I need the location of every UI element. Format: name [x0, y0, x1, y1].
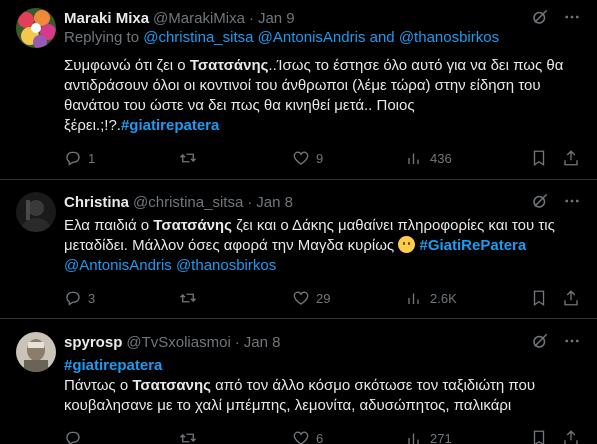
reply-button[interactable]: 3 — [64, 289, 95, 307]
text-span: Πάντως ο — [64, 377, 133, 394]
display-name[interactable]: Maraki Mixa — [64, 10, 149, 27]
reply-button[interactable] — [64, 429, 88, 444]
text-span: μεταδίδει. Μάλλον όσες αφορά την Μαγδα κ… — [64, 237, 399, 254]
like-icon — [292, 289, 310, 307]
avatar[interactable] — [16, 8, 56, 48]
reply-icon — [64, 289, 82, 307]
like-count: 29 — [316, 290, 331, 306]
text-span: ..Ίσως το έστησε όλο αυτό για να δει πως… — [268, 57, 564, 74]
share-icon[interactable] — [562, 149, 580, 171]
bookmark-icon[interactable] — [530, 429, 548, 444]
text-bold: Τσατσάνης — [153, 217, 232, 234]
tweet-header: spyrosp @TvSxoliasmoi · Jan 8 — [64, 332, 581, 352]
retweet-button[interactable] — [178, 289, 204, 307]
views-icon — [406, 149, 424, 167]
share-icon[interactable] — [562, 289, 580, 311]
bookmark-icon[interactable] — [530, 149, 548, 171]
views-button[interactable]: 271 — [406, 429, 452, 444]
tweet[interactable]: spyrosp @TvSxoliasmoi · Jan 8 #giatirepa… — [0, 320, 597, 444]
view-count: 271 — [430, 430, 452, 444]
views-button[interactable]: 436 — [406, 149, 452, 167]
reply-icon — [64, 429, 82, 444]
mention-link[interactable]: @thanosbirkos — [399, 29, 499, 46]
timeline-feed: Maraki Mixa @MarakiMixa · Jan 9 Replying… — [0, 0, 597, 444]
handle[interactable]: @christina_sitsa — [133, 194, 243, 211]
replying-label: Replying to — [64, 29, 144, 46]
mention-link[interactable]: @AntonisAndris — [258, 29, 366, 46]
hashtag-link[interactable]: #giatirepatera — [64, 356, 581, 376]
like-icon — [292, 429, 310, 444]
mention-link[interactable]: @thanosbirkos — [176, 257, 276, 274]
text-line: θανάτου του ώστε να δει πως θα κινηθεί μ… — [64, 97, 415, 114]
handle[interactable]: @TvSxoliasmoi — [126, 334, 230, 351]
reply-button[interactable]: 1 — [64, 149, 95, 167]
views-icon — [406, 429, 424, 444]
more-icon[interactable] — [563, 332, 581, 350]
view-count: 436 — [430, 150, 452, 166]
views-button[interactable]: 2.6K — [406, 289, 457, 307]
timestamp[interactable]: Jan 8 — [244, 334, 281, 351]
display-name[interactable]: spyrosp — [64, 334, 122, 351]
text-span: από τον άλλο κόσμο σκότωσε τον ταξιδιώτη… — [210, 377, 536, 394]
like-count: 9 — [316, 150, 324, 166]
retweet-icon — [178, 429, 198, 444]
text-span: Συμφωνώ ότι ζει ο — [64, 57, 190, 74]
replying-and[interactable]: and — [365, 29, 398, 46]
like-count: 6 — [316, 430, 324, 444]
like-button[interactable]: 9 — [292, 149, 323, 167]
hugging-emoji — [398, 236, 416, 253]
reply-count: 3 — [88, 290, 96, 306]
like-button[interactable]: 29 — [292, 289, 330, 307]
action-bar: 3 29 2.6K — [64, 288, 581, 308]
share-icon[interactable] — [562, 429, 580, 444]
view-count: 2.6K — [430, 290, 457, 306]
separator: · — [248, 9, 254, 27]
avatar[interactable] — [16, 192, 56, 232]
tweet[interactable]: Christina @christina_sitsa · Jan 8 Ελα π… — [0, 180, 597, 319]
separator: · — [247, 193, 253, 211]
more-icon[interactable] — [563, 8, 581, 26]
action-bar: 1 9 436 — [64, 148, 581, 168]
reply-icon — [64, 149, 82, 167]
separator: · — [234, 333, 240, 351]
more-icon[interactable] — [563, 192, 581, 210]
tweet[interactable]: Maraki Mixa @MarakiMixa · Jan 9 Replying… — [0, 0, 597, 180]
retweet-icon — [178, 289, 198, 307]
like-icon — [292, 149, 310, 167]
views-icon — [406, 289, 424, 307]
like-button[interactable]: 6 — [292, 429, 323, 444]
action-bar: 6 271 — [64, 428, 581, 444]
text-bold: Τσατσανης — [132, 377, 211, 394]
avatar[interactable] — [16, 332, 56, 372]
text-span: Ελα παιδιά ο — [64, 217, 154, 234]
hashtag-link[interactable]: #giatirepatera — [121, 117, 219, 134]
tweet-text: Ελα παιδιά ο Τσατσάνης ζει και ο Δάκης μ… — [64, 216, 581, 276]
text-line: κουβαλησανε με το χαλί μπέμπης, λεμονίτα… — [64, 397, 512, 414]
text-line: αντιδράσουν όλοι οι κοντινοί του άνθρωπο… — [64, 77, 541, 94]
grok-icon[interactable] — [531, 332, 549, 350]
display-name[interactable]: Christina — [64, 194, 129, 211]
replying-to: Replying to @christina_sitsa @AntonisAnd… — [64, 29, 499, 46]
hashtag-link[interactable]: #GiatiRePatera — [420, 237, 527, 254]
handle[interactable]: @MarakiMixa — [153, 10, 245, 27]
timestamp[interactable]: Jan 8 — [256, 194, 293, 211]
grok-icon[interactable] — [531, 8, 549, 26]
tweet-header: Christina @christina_sitsa · Jan 8 — [64, 192, 581, 212]
mention-link[interactable]: @christina_sitsa — [143, 29, 253, 46]
text-span: ξέρει.;!?. — [64, 117, 121, 134]
text-span: ζει και ο Δάκης μαθαίνει πληροφορίες και… — [231, 217, 555, 234]
mention-link[interactable]: @AntonisAndris — [64, 257, 172, 274]
retweet-button[interactable] — [178, 429, 204, 444]
retweet-icon — [178, 149, 198, 167]
reply-count: 1 — [88, 150, 96, 166]
bookmark-icon[interactable] — [530, 289, 548, 311]
tweet-text: #giatirepatera Πάντως ο Τσατσανης από το… — [64, 356, 581, 416]
tweet-header: Maraki Mixa @MarakiMixa · Jan 9 — [64, 8, 581, 28]
text-bold: Τσατσάνης — [189, 57, 269, 74]
timestamp[interactable]: Jan 9 — [258, 10, 295, 27]
tweet-text: Συμφωνώ ότι ζει ο Τσατσάνης..Ίσως το έστ… — [64, 56, 581, 136]
retweet-button[interactable] — [178, 149, 204, 167]
grok-icon[interactable] — [531, 192, 549, 210]
